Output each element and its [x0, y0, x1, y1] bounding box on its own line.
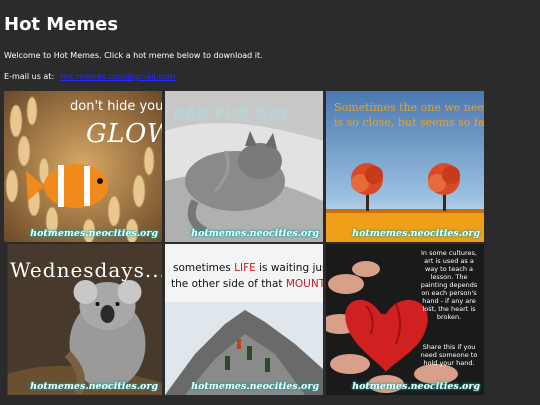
email-link[interactable]: hot.memes.com@gmail.com	[61, 72, 176, 81]
email-label: E-mail us at:	[4, 72, 55, 81]
meme-so-close[interactable]: Sometimes the one we need is so close, b…	[326, 91, 484, 242]
meme-mountain[interactable]: sometimes LIFE is waiting just on the ot…	[165, 244, 323, 395]
meme-caption-line1: BAD FUR DAY	[173, 105, 290, 123]
caption-part: the other side of that	[171, 278, 286, 290]
caption-part: is waiting just on	[259, 262, 323, 274]
meme-caption-line2: the other side of that MOUNTAIN	[171, 278, 323, 290]
meme-watermark: hotmemes.neocities.org	[30, 228, 158, 239]
meme-caption-line1: Sometimes the one we need	[334, 101, 484, 114]
email-line: E-mail us at: hot.memes.com@gmail.com	[4, 71, 175, 82]
caption-highlight: MOUNTAIN	[285, 278, 323, 290]
meme-watermark: hotmemes.neocities.org	[352, 381, 480, 392]
meme-bad-fur-day[interactable]: BAD FUR DAY hotmemes.neocities.org	[165, 91, 323, 242]
meme-hands[interactable]: In some cultures, art is used as a way t…	[326, 244, 484, 395]
meme-glow[interactable]: don't hide your GLOW hotmemes.neocities.…	[4, 91, 162, 242]
meme-share-text: Share this if you need someone to hold y…	[420, 343, 478, 367]
meme-caption-line1: sometimes LIFE is waiting just on	[173, 262, 323, 274]
welcome-text: Welcome to Hot Memes. Click a hot meme b…	[4, 51, 263, 60]
meme-caption-line1: Wednesdays...	[10, 258, 162, 282]
meme-watermark: hotmemes.neocities.org	[191, 381, 319, 392]
meme-caption-line1: don't hide your	[70, 99, 162, 114]
meme-watermark: hotmemes.neocities.org	[30, 381, 158, 392]
meme-grid: don't hide your GLOW hotmemes.neocities.…	[4, 91, 484, 395]
page-title: Hot Memes	[4, 14, 119, 35]
caption-part: sometimes	[173, 262, 235, 274]
meme-body-text: In some cultures, art is used as a way t…	[420, 249, 478, 321]
meme-watermark: hotmemes.neocities.org	[191, 228, 319, 239]
meme-wednesdays[interactable]: Wednesdays... hotmemes.neocities.org	[4, 244, 162, 395]
meme-watermark: hotmemes.neocities.org	[352, 228, 480, 239]
meme-caption-line2: GLOW	[86, 119, 162, 149]
meme-caption-line2: is so close, but seems so far...	[334, 116, 484, 129]
caption-highlight: LIFE	[234, 262, 256, 274]
